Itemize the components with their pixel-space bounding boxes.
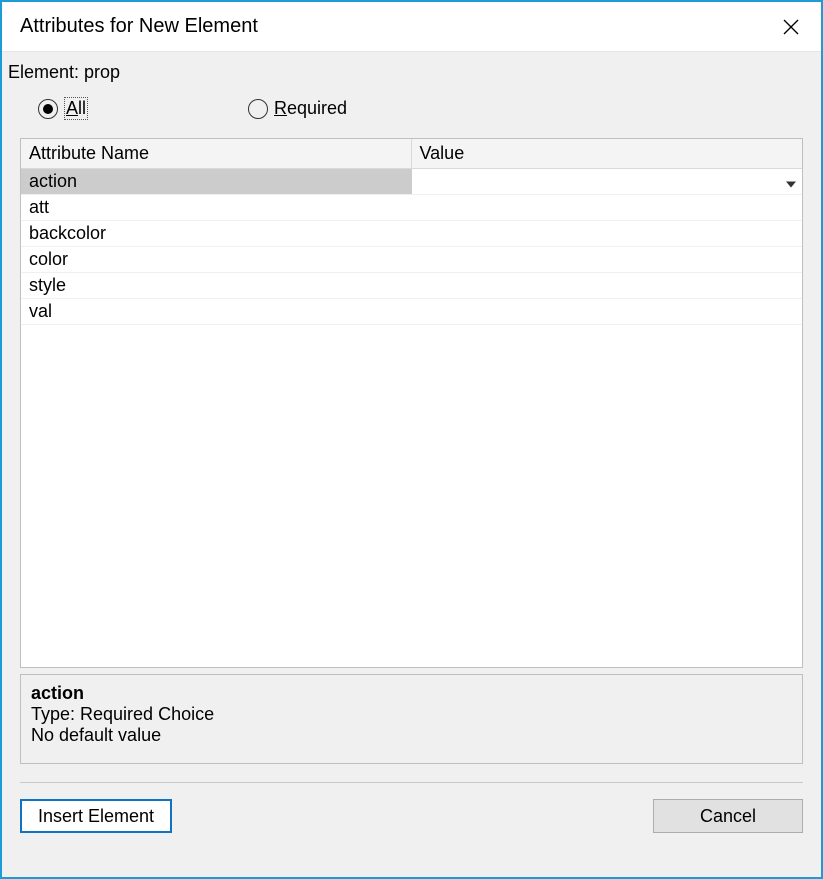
insert-element-button[interactable]: Insert Element xyxy=(20,799,172,833)
dropdown-caret-icon[interactable] xyxy=(786,171,796,192)
cancel-button[interactable]: Cancel xyxy=(653,799,803,833)
attribute-value-cell[interactable] xyxy=(412,221,803,246)
table-row[interactable]: val xyxy=(21,299,802,325)
table-row[interactable]: backcolor xyxy=(21,221,802,247)
attribute-name-cell: att xyxy=(21,195,412,220)
attribute-name-cell: color xyxy=(21,247,412,272)
detail-name: action xyxy=(31,683,792,704)
attribute-value-cell[interactable] xyxy=(412,299,803,324)
attribute-value-cell[interactable] xyxy=(412,247,803,272)
button-row: Insert Element Cancel xyxy=(20,783,803,833)
attributes-table: Attribute Name Value actionattbackcolorc… xyxy=(20,138,803,668)
col-header-name[interactable]: Attribute Name xyxy=(21,139,412,168)
table-body: actionattbackcolorcolorstyleval xyxy=(21,169,802,667)
attribute-name-cell: style xyxy=(21,273,412,298)
attribute-name-cell: backcolor xyxy=(21,221,412,246)
radio-all[interactable]: All xyxy=(38,97,88,120)
attribute-value-cell[interactable] xyxy=(412,169,803,194)
attribute-value-cell[interactable] xyxy=(412,273,803,298)
radio-group: All Required xyxy=(38,97,803,120)
radio-icon xyxy=(38,99,58,119)
radio-required[interactable]: Required xyxy=(248,98,347,119)
radio-all-label: All xyxy=(64,97,88,120)
attribute-name-cell: val xyxy=(21,299,412,324)
radio-required-label: Required xyxy=(274,98,347,119)
table-row[interactable]: style xyxy=(21,273,802,299)
close-icon xyxy=(783,19,799,35)
attribute-detail: action Type: Required Choice No default … xyxy=(20,674,803,764)
detail-default: No default value xyxy=(31,725,792,746)
col-header-value[interactable]: Value xyxy=(412,139,803,168)
element-label: Element: prop xyxy=(8,62,803,83)
dialog-content: Element: prop All Required Attribute Nam… xyxy=(2,52,821,877)
titlebar: Attributes for New Element xyxy=(2,2,821,52)
table-row[interactable]: action xyxy=(21,169,802,195)
radio-icon xyxy=(248,99,268,119)
attribute-name-cell: action xyxy=(21,169,412,194)
table-row[interactable]: color xyxy=(21,247,802,273)
table-row[interactable]: att xyxy=(21,195,802,221)
close-button[interactable] xyxy=(775,11,807,43)
attribute-value-cell[interactable] xyxy=(412,195,803,220)
table-header: Attribute Name Value xyxy=(21,139,802,169)
detail-type: Type: Required Choice xyxy=(31,704,792,725)
dialog-title: Attributes for New Element xyxy=(20,15,258,38)
